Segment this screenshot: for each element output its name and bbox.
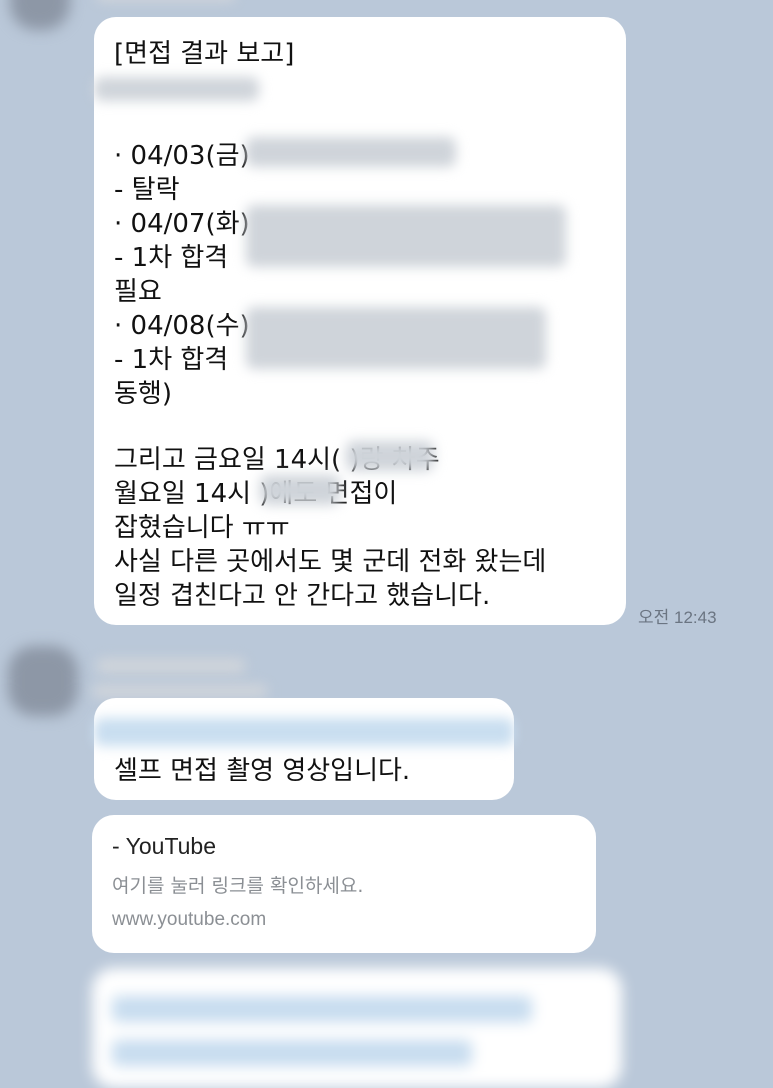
redacted-text <box>92 684 268 698</box>
link-title: - YouTube <box>112 833 217 859</box>
message-line: 필요 <box>114 277 162 307</box>
message-bubble[interactable] <box>92 968 622 1088</box>
avatar[interactable] <box>10 0 70 30</box>
sender-name <box>96 658 246 674</box>
redacted-text <box>246 137 456 167</box>
message-line: 월요일 14시 )에도 면접이 <box>114 479 398 509</box>
message-line: · 04/03(금) <box>114 141 250 171</box>
redacted-text <box>94 77 259 101</box>
message-line: · 04/08(수) <box>114 311 250 341</box>
redacted-text <box>346 441 434 471</box>
message-line: · 04/07(화) <box>114 209 250 239</box>
message-line: 셀프 면접 촬영 영상입니다. <box>114 756 411 786</box>
message-line: 사실 다른 곳에서도 몇 군데 전화 왔는데 <box>114 547 547 577</box>
link-description: 여기를 눌러 링크를 확인하세요. <box>112 875 364 897</box>
avatar[interactable] <box>8 646 78 716</box>
message-bubble[interactable]: 셀프 면접 촬영 영상입니다. <box>94 698 514 800</box>
sender-name <box>96 0 236 2</box>
message-line: 동행) <box>114 379 172 409</box>
redacted-link-text <box>94 718 514 746</box>
message-line: 일정 겹친다고 안 간다고 했습니다. <box>114 581 491 611</box>
message-line: - 1차 합격 <box>114 243 229 273</box>
message-line: - 1차 합격 <box>114 345 229 375</box>
redacted-text <box>246 307 546 369</box>
message-line: 잡혔습니다 ㅠㅠ <box>114 513 290 543</box>
message-timestamp: 오전 12:43 <box>638 608 717 627</box>
message-bubble[interactable]: [면접 결과 보고] · 04/03(금) - 탈락 · 04/07(화) - … <box>94 17 626 625</box>
message-line: [면접 결과 보고] <box>114 39 295 69</box>
link-url: www.youtube.com <box>112 909 267 930</box>
redacted-text <box>246 205 566 267</box>
message-line: - 탈락 <box>114 175 180 205</box>
link-preview-card[interactable]: - YouTube 여기를 눌러 링크를 확인하세요. www.youtube.… <box>92 815 596 953</box>
redacted-text <box>260 475 340 505</box>
